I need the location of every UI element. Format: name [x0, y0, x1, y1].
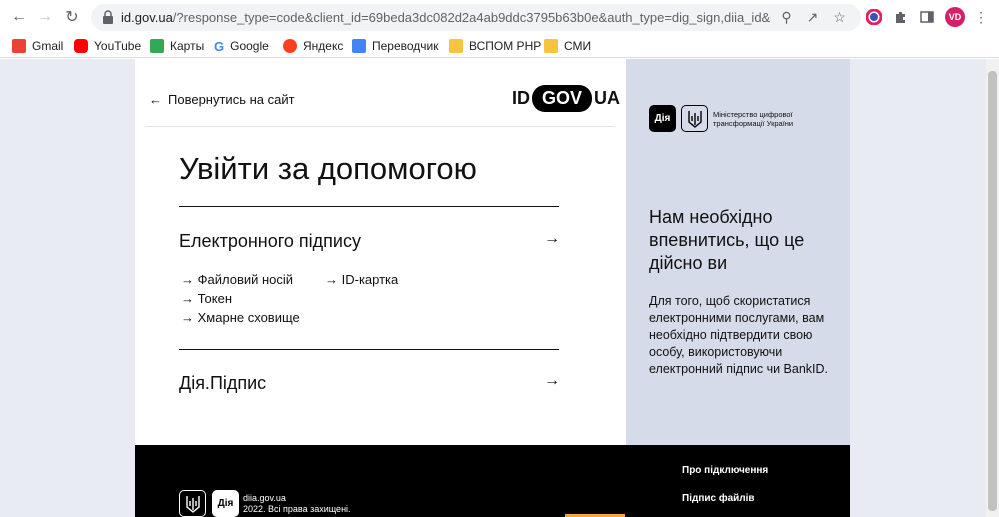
menu-kebab-icon[interactable]: ⋮	[971, 7, 991, 27]
forward-arrow-icon[interactable]: →	[34, 7, 56, 27]
logo-text: UA	[594, 87, 621, 108]
sub-option-label: Хмарне сховище	[197, 310, 300, 325]
bookmark-yandex[interactable]: Яндекс	[283, 38, 343, 54]
logo-text: ID	[512, 87, 530, 108]
yandex-icon	[283, 39, 297, 53]
sub-option-label: Токен	[197, 291, 233, 306]
bookmark-maps[interactable]: Карты	[150, 38, 204, 54]
maps-icon	[150, 39, 164, 53]
arrow-right-icon: →	[181, 291, 194, 306]
sub-option-id-card[interactable]: → ID-картка	[325, 272, 398, 287]
address-bar[interactable]: id.gov.ua/?response_type=code&client_id=…	[91, 4, 861, 31]
arrow-right-icon[interactable]: →	[544, 372, 560, 390]
bookmark-folder-smi[interactable]: СМИ	[544, 38, 591, 54]
bookmark-label: Переводчик	[372, 39, 439, 53]
diia-logo: Дія	[212, 490, 239, 517]
arrow-right-icon: →	[325, 272, 338, 287]
back-arrow-icon[interactable]: ←	[8, 7, 30, 27]
ministry-logos: Дія Міністерство цифрової трансформації …	[649, 105, 813, 132]
trident-icon	[179, 490, 206, 517]
browser-toolbar: ← → ↻ id.gov.ua/?response_type=code&clie…	[0, 0, 999, 34]
url-host: id.gov.ua	[121, 10, 173, 25]
sub-option-label: Файловий носій	[197, 272, 294, 287]
youtube-icon	[74, 39, 88, 53]
bookmark-label: Gmail	[32, 39, 64, 53]
divider	[179, 349, 559, 350]
url-path: /?response_type=code&client_id=69beda3dc…	[172, 10, 771, 25]
footer-site: diia.gov.ua	[243, 493, 286, 503]
header-divider	[145, 126, 615, 127]
back-arrow-icon: ←	[149, 92, 162, 107]
back-to-site-link[interactable]: ← Повернутись на сайт	[149, 92, 295, 107]
trident-icon	[681, 105, 708, 132]
bookmark-folder-vspom[interactable]: ВСПОМ РНР	[449, 38, 541, 54]
folder-icon	[449, 39, 463, 53]
side-panel-icon[interactable]	[917, 7, 937, 27]
footer-link-file-signing[interactable]: Підпис файлів	[682, 493, 755, 504]
ministry-name: Міністерство цифрової трансформації Укра…	[713, 109, 794, 128]
bookmark-label: СМИ	[564, 39, 592, 53]
bookmark-gmail[interactable]: Gmail	[12, 38, 63, 54]
share-icon[interactable]: ↗	[804, 9, 821, 26]
zoom-search-icon[interactable]: ⚲	[778, 9, 795, 26]
profile-avatar[interactable]: VD	[945, 7, 965, 27]
option-diia-signature[interactable]: Дія.Підпис	[179, 373, 266, 394]
footer-logos: Дія	[179, 490, 239, 517]
info-text: Для того, щоб скористатися електронними …	[649, 294, 829, 376]
id-gov-ua-logo: ID GOV UA	[512, 84, 620, 112]
logo-text: GOV	[532, 84, 593, 112]
translate-icon	[352, 39, 366, 53]
bookmarks-bar: Gmail YouTube Карты G Google Яндекс Пере…	[0, 34, 999, 58]
bookmark-star-icon[interactable]: ☆	[831, 9, 848, 26]
footer-link-connection[interactable]: Про підключення	[682, 465, 768, 476]
bookmark-translate[interactable]: Переводчик	[352, 38, 439, 54]
scrollbar-thumb[interactable]	[988, 71, 997, 511]
footer-copyright: 2022. Всі права захищені.	[243, 504, 351, 514]
arrow-right-icon: →	[181, 272, 194, 287]
option-electronic-signature[interactable]: Електронного підпису	[179, 231, 361, 252]
bookmark-youtube[interactable]: YouTube	[74, 38, 141, 54]
footer-info: diia.gov.ua 2022. Всі права захищені.	[243, 493, 351, 515]
page-scrollbar[interactable]	[986, 59, 999, 517]
arrow-right-icon[interactable]: →	[544, 230, 560, 248]
sub-option-token[interactable]: → Токен	[181, 291, 232, 306]
divider	[179, 206, 559, 207]
page-title: Увійти за допомогою	[179, 151, 477, 186]
sub-option-label: ID-картка	[341, 272, 399, 287]
sub-option-cloud-storage[interactable]: → Хмарне сховище	[181, 310, 300, 325]
folder-icon	[544, 39, 558, 53]
info-heading: Нам необхідно впевнитись, що це дійсно в…	[649, 207, 805, 273]
bookmark-label: ВСПОМ РНР	[469, 39, 542, 53]
extensions-puzzle-icon[interactable]	[891, 7, 911, 27]
sub-option-file-carrier[interactable]: → Файловий носій	[181, 272, 293, 287]
bookmark-label: Яндекс	[303, 39, 344, 53]
back-label: Повернутись на сайт	[168, 92, 295, 107]
extension-color-icon[interactable]	[864, 7, 884, 27]
google-icon: G	[214, 39, 225, 54]
bookmark-label: YouTube	[94, 39, 142, 53]
lock-icon[interactable]	[101, 10, 115, 25]
bookmark-google[interactable]: G Google	[214, 38, 269, 54]
reload-icon[interactable]: ↻	[61, 7, 83, 27]
gmail-icon	[12, 39, 26, 53]
arrow-right-icon: →	[181, 310, 194, 325]
diia-logo: Дія	[649, 105, 676, 132]
url-text[interactable]: id.gov.ua/?response_type=code&client_id=…	[121, 10, 771, 25]
bookmark-label: Карты	[170, 39, 205, 53]
bookmark-label: Google	[230, 39, 269, 53]
